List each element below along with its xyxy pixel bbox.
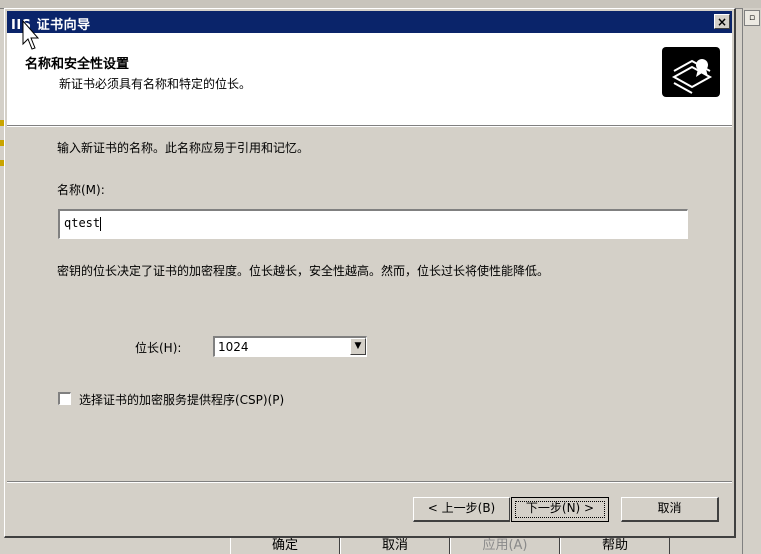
- background-help-button[interactable]: 帮助: [560, 538, 670, 554]
- chevron-down-icon[interactable]: ▼: [350, 338, 366, 355]
- page-subtitle: 新证书必须具有名称和特定的位长。: [59, 77, 252, 91]
- next-button[interactable]: 下一步(N) >: [510, 496, 610, 523]
- csp-checkbox-label[interactable]: 选择证书的加密服务提供程序(CSP)(P): [79, 391, 284, 408]
- background-window-edge: [742, 8, 761, 554]
- iis-certificate-wizard-dialog: IIS 证书向导 × 名称和安全性设置 新证书必须具有名称和特定的位长。 输入新…: [4, 8, 736, 538]
- back-button[interactable]: < 上一步(B): [413, 497, 511, 522]
- footer-separator-highlight: [7, 482, 732, 483]
- header-separator: [7, 126, 732, 127]
- bit-length-label: 位长(H):: [135, 341, 182, 355]
- wizard-header: 名称和安全性设置 新证书必须具有名称和特定的位长。: [7, 33, 732, 126]
- background-apply-button[interactable]: 应用(A): [450, 538, 560, 554]
- background-cancel-button[interactable]: 取消: [340, 538, 450, 554]
- name-label: 名称(M):: [57, 183, 105, 197]
- key-length-description: 密钥的位长决定了证书的加密程度。位长越长，安全性越高。然而，位长过长将使性能降低…: [57, 264, 550, 278]
- background-ok-button[interactable]: 确定: [230, 538, 340, 554]
- certificate-name-input[interactable]: qtest: [58, 209, 688, 239]
- background-button-row: 确定 取消 应用(A) 帮助: [230, 538, 670, 554]
- certificate-icon: [662, 47, 720, 97]
- csp-checkbox[interactable]: [58, 392, 71, 405]
- background-window-control[interactable]: ▫: [744, 10, 760, 26]
- bit-length-value: 1024: [218, 340, 249, 354]
- title-bar[interactable]: IIS 证书向导 ×: [7, 11, 732, 33]
- intro-text: 输入新证书的名称。此名称应易于引用和记忆。: [57, 141, 310, 155]
- page-title: 名称和安全性设置: [25, 57, 130, 72]
- cancel-button[interactable]: 取消: [621, 497, 719, 522]
- mouse-cursor-icon: [22, 20, 40, 50]
- certificate-name-value: qtest: [64, 216, 101, 230]
- text-caret: [100, 216, 102, 231]
- close-icon[interactable]: ×: [714, 14, 730, 29]
- bit-length-select[interactable]: 1024 ▼: [213, 336, 367, 357]
